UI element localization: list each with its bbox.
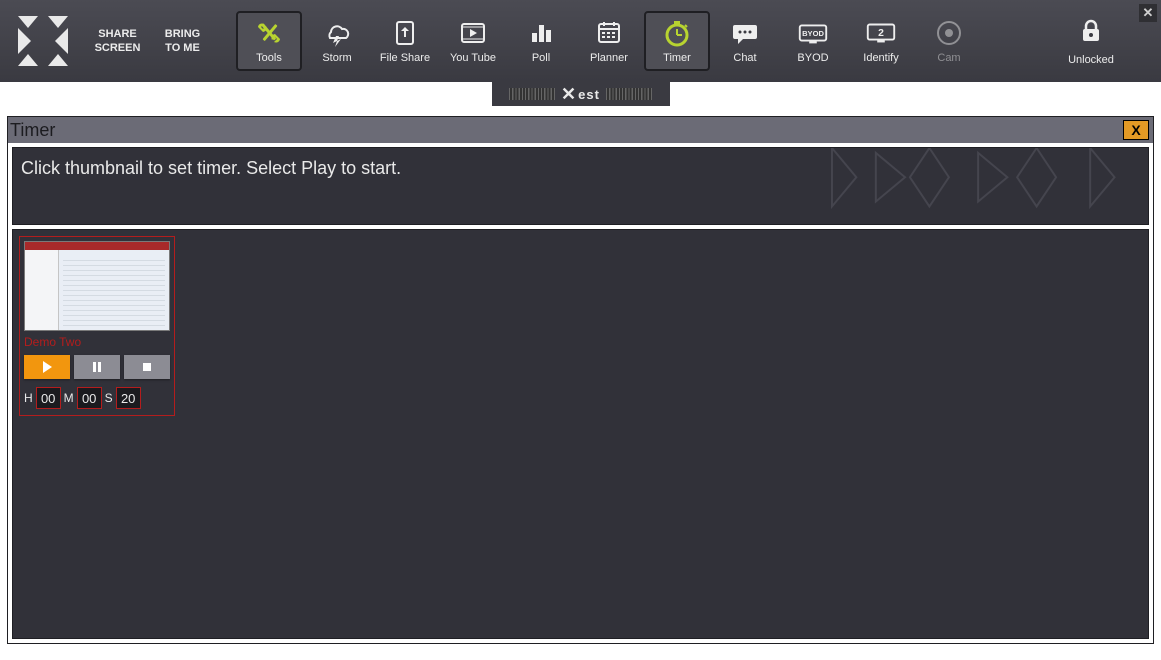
tool-identify[interactable]: 2 Identify [848, 11, 914, 71]
bring-line2: TO ME [165, 41, 200, 55]
tool-chat[interactable]: Chat [712, 11, 778, 71]
tool-label: Tools [256, 52, 282, 64]
svg-text:BYOD: BYOD [802, 29, 824, 38]
main-tool-strip: Tools Storm File Share [235, 0, 983, 82]
toolbar-close-button[interactable]: ✕ [1139, 4, 1157, 22]
app-logo[interactable] [0, 0, 85, 82]
tool-cam: Cam [916, 11, 982, 71]
timer-titlebar: Timer X [8, 117, 1153, 143]
tool-label: Planner [590, 52, 628, 64]
tools-icon [252, 18, 286, 48]
bring-line1: BRING [165, 27, 200, 41]
tool-planner[interactable]: Planner [576, 11, 642, 71]
decorative-pattern-icon [818, 148, 1148, 224]
timer-body: Demo Two [12, 229, 1149, 639]
play-button[interactable] [24, 355, 70, 379]
hours-input[interactable]: 00 [36, 387, 61, 409]
minutes-input[interactable]: 00 [77, 387, 102, 409]
pause-button[interactable] [74, 355, 120, 379]
share-screen-line2: SCREEN [95, 41, 141, 55]
poll-icon [524, 18, 558, 48]
timer-panel: Timer X Click thumbnail to set timer. Se… [7, 116, 1154, 644]
lock-toggle[interactable]: Unlocked [1051, 11, 1131, 71]
stop-icon [140, 360, 154, 374]
hours-label: H [24, 391, 33, 405]
gripper-stripes-left [509, 88, 555, 100]
lock-label: Unlocked [1068, 54, 1114, 66]
planner-icon [592, 18, 626, 48]
timer-instruction-bar: Click thumbnail to set timer. Select Pla… [12, 147, 1149, 225]
close-icon: ✕ [1143, 5, 1154, 21]
timer-card: Demo Two [19, 236, 175, 416]
tool-byod[interactable]: BYOD BYOD [780, 11, 846, 71]
tool-label: Cam [937, 52, 960, 64]
brand-mark: ✕ est [561, 85, 600, 103]
tool-label: Identify [863, 52, 898, 64]
play-icon [40, 360, 54, 374]
minutes-label: M [64, 391, 74, 405]
tool-label: Chat [733, 52, 756, 64]
timer-close-button[interactable]: X [1123, 120, 1149, 140]
seconds-input[interactable]: 20 [116, 387, 141, 409]
tool-label: Storm [322, 52, 351, 64]
chat-icon [728, 18, 762, 48]
timer-instruction-text: Click thumbnail to set timer. Select Pla… [21, 158, 401, 178]
tool-label: Timer [663, 52, 691, 64]
tool-tools[interactable]: Tools [236, 11, 302, 71]
timer-title: Timer [10, 120, 55, 141]
tool-label: File Share [380, 52, 430, 64]
top-toolbar: ✕ SHARE SCREEN BRING TO ME [0, 0, 1161, 82]
card-name: Demo Two [20, 335, 174, 349]
bring-to-me-button[interactable]: BRING TO ME [150, 0, 215, 82]
tool-label: You Tube [450, 52, 496, 64]
gripper-bar[interactable]: ✕ est [492, 82, 670, 106]
x-logo-icon [18, 16, 68, 66]
card-thumbnail[interactable] [24, 241, 170, 331]
gripper-stripes-right [606, 88, 652, 100]
identify-icon: 2 [864, 18, 898, 48]
file-share-icon [388, 18, 422, 48]
tool-file-share[interactable]: File Share [372, 11, 438, 71]
youtube-icon [456, 18, 490, 48]
pause-icon [90, 360, 104, 374]
tool-timer[interactable]: Timer [644, 11, 710, 71]
share-screen-line1: SHARE [98, 27, 137, 41]
brand-text: est [578, 87, 600, 102]
close-x-label: X [1131, 122, 1140, 138]
tool-poll[interactable]: Poll [508, 11, 574, 71]
tool-label: Poll [532, 52, 550, 64]
brand-x-icon: ✕ [561, 85, 577, 103]
cam-icon [932, 18, 966, 48]
storm-icon [320, 18, 354, 48]
lock-icon [1077, 17, 1105, 50]
tool-storm[interactable]: Storm [304, 11, 370, 71]
tool-label: BYOD [797, 52, 828, 64]
byod-icon: BYOD [796, 18, 830, 48]
svg-text:2: 2 [878, 28, 884, 39]
share-screen-button[interactable]: SHARE SCREEN [85, 0, 150, 82]
timer-icon [660, 18, 694, 48]
seconds-label: S [105, 391, 113, 405]
tool-youtube[interactable]: You Tube [440, 11, 506, 71]
stop-button[interactable] [124, 355, 170, 379]
